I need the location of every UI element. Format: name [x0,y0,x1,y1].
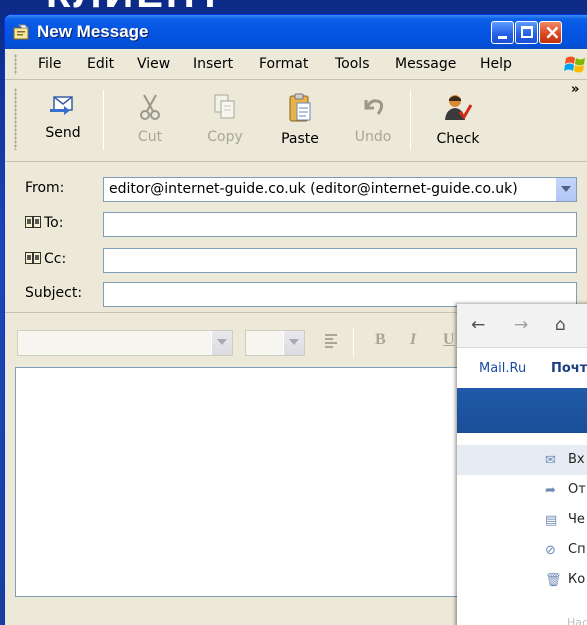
format-separator [353,327,354,357]
bold-button[interactable]: B [375,331,386,349]
menu-edit[interactable]: Edit [87,56,114,72]
paste-label: Paste [281,131,319,147]
forward-arrow-icon[interactable]: → [514,315,528,335]
toolbar-overflow-chevron[interactable]: » [571,82,579,97]
menu-view[interactable]: View [137,56,170,72]
folder-label: Сп [568,542,586,557]
slide-heading: КЛИЕНТ [46,0,225,12]
folder-label: Че [568,512,585,527]
envelope-icon: ✉ [545,453,556,468]
toolbar-separator [410,90,411,150]
link-mail[interactable]: Почт [551,361,587,376]
check-names-button[interactable]: Check [425,88,491,156]
spam-icon: ⊘ [545,543,556,558]
minimize-icon [498,36,507,39]
trash-icon: 🗑 [545,573,562,588]
underline-button[interactable]: U [443,331,455,349]
toolbar-separator [103,90,104,150]
cc-label-wrap[interactable]: Cc: [25,251,66,267]
menu-format[interactable]: Format [259,56,308,72]
send-label: Send [45,125,81,141]
folder-list: ✉ Вх ➦ От ▤ Че ⊘ Сп 🗑 Ко [457,433,587,595]
from-dropdown-button[interactable] [555,178,576,201]
from-label: From: [25,180,65,196]
settings-link[interactable]: Наст [567,616,587,625]
menu-help[interactable]: Help [480,56,512,72]
to-field[interactable] [103,212,577,237]
mail-header-banner [457,388,587,433]
new-message-icon [13,24,30,40]
from-select[interactable]: editor@internet-guide.co.uk (editor@inte… [103,177,577,202]
browser-nav-bar: ← → ⌂ [457,304,587,348]
paste-button[interactable]: Paste [267,88,333,156]
scissors-icon [140,94,160,120]
undo-icon [364,99,384,115]
sent-arrow-icon: ➦ [545,483,556,498]
subject-label: Subject: [25,285,83,301]
cut-button[interactable]: Cut [117,88,183,156]
toolbar-grip[interactable] [14,88,17,150]
font-select[interactable] [17,330,233,356]
home-icon[interactable]: ⌂ [555,315,566,335]
send-button[interactable]: Send [30,88,96,156]
copy-button[interactable]: Copy [192,88,258,156]
chevron-down-icon [561,186,571,192]
folder-inbox[interactable]: ✉ Вх [457,445,587,475]
link-mail-ru[interactable]: Mail.Ru [479,361,526,376]
close-button[interactable]: × [539,20,562,44]
font-dropdown-button[interactable] [211,331,232,355]
paragraph-style-icon[interactable] [323,332,341,352]
chevron-down-icon [217,339,227,345]
address-book-icon [25,216,41,228]
chevron-down-icon [289,339,299,345]
cut-label: Cut [137,129,163,145]
undo-label: Undo [354,129,392,145]
cc-label: Cc: [44,251,67,267]
cc-field[interactable] [103,248,577,273]
back-arrow-icon[interactable]: ← [471,315,485,335]
menu-tools[interactable]: Tools [335,56,370,72]
folder-label: Вх [568,452,585,467]
menu-file[interactable]: File [38,56,61,72]
menu-message[interactable]: Message [395,56,456,72]
mail-ru-browser-window: ← → ⌂ Mail.Ru Почт ✉ Вх ➦ От ▤ Че ⊘ Сп 🗑… [457,304,587,625]
clipboard-icon [289,93,311,122]
font-size-select[interactable] [245,330,305,356]
check-label: Check [436,131,480,147]
menu-grip[interactable] [14,54,17,75]
italic-button[interactable]: I [410,331,416,349]
copy-icon [214,94,235,119]
undo-button[interactable]: Undo [340,88,406,156]
copy-label: Copy [207,129,243,145]
font-size-dropdown-button[interactable] [283,331,304,355]
address-book-icon [25,252,41,264]
minimize-button[interactable] [491,21,514,44]
check-names-icon [445,95,473,120]
from-value: editor@internet-guide.co.uk (editor@inte… [109,181,518,197]
menu-insert[interactable]: Insert [193,56,233,72]
folder-spam[interactable]: ⊘ Сп [457,535,587,565]
send-icon [50,96,73,115]
draft-icon: ▤ [545,513,558,528]
folder-label: Ко [568,572,586,587]
windows-logo-icon [564,56,585,73]
portal-links: Mail.Ru Почт [457,348,587,388]
toolbar: » Send Cut Copy Paste Undo Check [5,80,587,162]
folder-trash[interactable]: 🗑 Ко [457,565,587,595]
folder-label: От [568,482,586,497]
menu-bar: File Edit View Insert Format Tools Messa… [5,49,587,80]
maximize-icon [521,26,533,38]
close-icon: × [544,20,561,44]
message-headers: From: editor@internet-guide.co.uk (edito… [5,162,587,312]
maximize-button[interactable] [515,21,538,44]
window-title: New Message [37,22,149,41]
folder-sent[interactable]: ➦ От [457,475,587,505]
to-label: To: [44,215,64,231]
folder-drafts[interactable]: ▤ Че [457,505,587,535]
title-bar[interactable]: New Message × [5,15,587,49]
to-label-wrap[interactable]: To: [25,215,63,231]
